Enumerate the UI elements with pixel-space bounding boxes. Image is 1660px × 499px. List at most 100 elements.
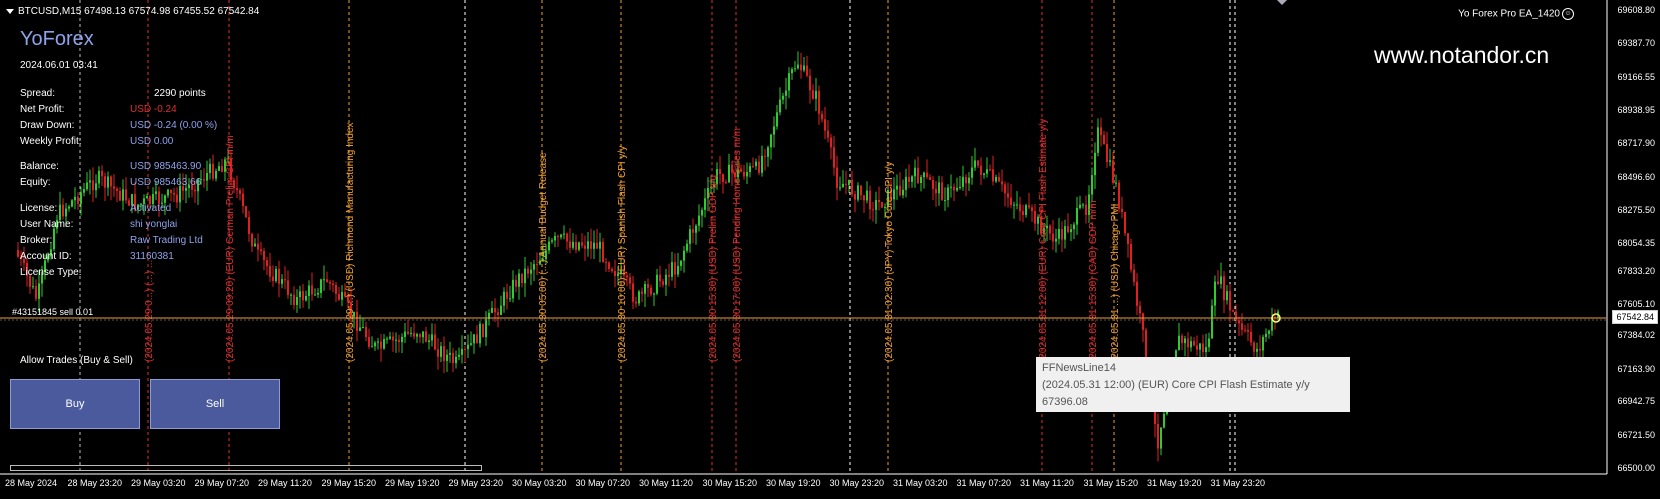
candle-body [1139, 305, 1141, 314]
candle-body [362, 326, 364, 328]
candle-body [1004, 184, 1006, 194]
candle-body [359, 327, 361, 331]
candle-body [875, 199, 877, 210]
info-value: shi yonglai [130, 219, 178, 230]
buy-button[interactable]: Buy [10, 379, 140, 429]
candle-body [1259, 348, 1261, 351]
candle-body [275, 268, 277, 282]
candle-body [1265, 333, 1267, 337]
candle-body [743, 171, 745, 177]
candle-body [1211, 305, 1213, 339]
candle-body [596, 242, 598, 249]
candle-body [989, 169, 991, 171]
candle-body [830, 137, 832, 148]
info-label: Broker: [20, 235, 53, 246]
candle-body [125, 189, 127, 201]
candle-body [905, 176, 907, 190]
x-tick-label: 30 May 15:20 [702, 478, 758, 488]
candle-body [1181, 335, 1183, 344]
candle-body [281, 279, 283, 284]
candle-body [1214, 281, 1216, 306]
expert-advisor-label[interactable]: Yo Forex Pro EA_1420 ☺ [1458, 8, 1574, 20]
candle-body [794, 68, 796, 70]
candle-body [77, 196, 79, 204]
candle-body [512, 279, 514, 299]
candle-body [326, 279, 328, 283]
y-tick-label: 68054.35 [1617, 238, 1655, 248]
candle-body [668, 274, 670, 277]
candle-body [1067, 226, 1069, 233]
candle-body [854, 194, 856, 200]
candle-body [956, 187, 958, 191]
candle-body [335, 284, 337, 294]
candle-body [1247, 330, 1249, 332]
candle-body [941, 182, 943, 201]
candle-body [1130, 244, 1132, 270]
candle-body [1205, 347, 1207, 353]
brand-title: YoForex [20, 28, 94, 50]
candle-body [395, 339, 397, 341]
dropdown-icon[interactable] [6, 8, 14, 14]
candle-body [629, 277, 631, 284]
candle-body [998, 176, 1000, 182]
candle-body [422, 331, 424, 338]
candle-body [338, 293, 340, 300]
candle-body [251, 234, 253, 247]
chart-shift-marker[interactable] [1277, 0, 1287, 5]
candle-body [296, 297, 298, 305]
candle-body [575, 242, 577, 250]
candle-body [638, 291, 640, 304]
chart-scrollbar[interactable] [10, 465, 482, 471]
candle-body [86, 182, 88, 190]
candle-body [833, 147, 835, 168]
candle-body [263, 251, 265, 261]
x-tick-label: 31 May 19:20 [1147, 478, 1202, 488]
candle-body [449, 352, 451, 355]
candle-body [776, 112, 778, 127]
candle-body [1109, 160, 1111, 162]
candle-body [1238, 320, 1240, 324]
news-event-label: (2024.05.31 12:00) (EUR) Core CPI Flash … [1038, 119, 1049, 362]
candle-body [659, 274, 661, 282]
candle-body [176, 194, 178, 203]
sell-button[interactable]: Sell [150, 379, 280, 429]
news-event-label: (2024.05.29 0...) (...) ... [144, 260, 155, 362]
y-tick-label: 68938.95 [1617, 105, 1655, 115]
candle-body [662, 281, 664, 285]
candle-body [755, 161, 757, 167]
candle-body [392, 336, 394, 341]
candle-body [269, 266, 271, 277]
y-tick-label: 69387.70 [1617, 38, 1655, 48]
candle-body [71, 200, 73, 207]
candle-body [194, 189, 196, 192]
candle-body [455, 356, 457, 364]
candle-body [683, 250, 685, 261]
candle-body [653, 293, 655, 295]
candle-body [32, 286, 34, 288]
candle-body [332, 283, 334, 285]
candle-body [173, 192, 175, 195]
candle-body [98, 170, 100, 184]
candle-body [746, 172, 748, 177]
candle-body [254, 243, 256, 247]
y-tick-label: 67384.02 [1617, 330, 1655, 340]
x-tick-label: 30 May 11:20 [639, 478, 693, 488]
candle-body [278, 268, 280, 284]
candle-body [407, 331, 409, 334]
candle-body [1127, 233, 1129, 245]
candle-body [785, 90, 787, 96]
candle-body [383, 339, 385, 349]
candle-body [38, 283, 40, 299]
candle-body [1202, 343, 1204, 353]
candle-body [557, 236, 559, 238]
candle-body [1091, 175, 1093, 195]
candle-body [962, 176, 964, 187]
info-label: Balance: [20, 161, 59, 172]
candle-body [590, 241, 592, 249]
candle-body [419, 334, 421, 338]
news-event-label: (2024.05.29 ...) (USD) Richmond Manufact… [345, 122, 356, 362]
candle-body [35, 286, 37, 299]
candle-body [491, 308, 493, 313]
panel-datetime: 2024.06.01 03:41 [20, 60, 98, 71]
watermark: www.notandor.cn [1374, 42, 1550, 68]
